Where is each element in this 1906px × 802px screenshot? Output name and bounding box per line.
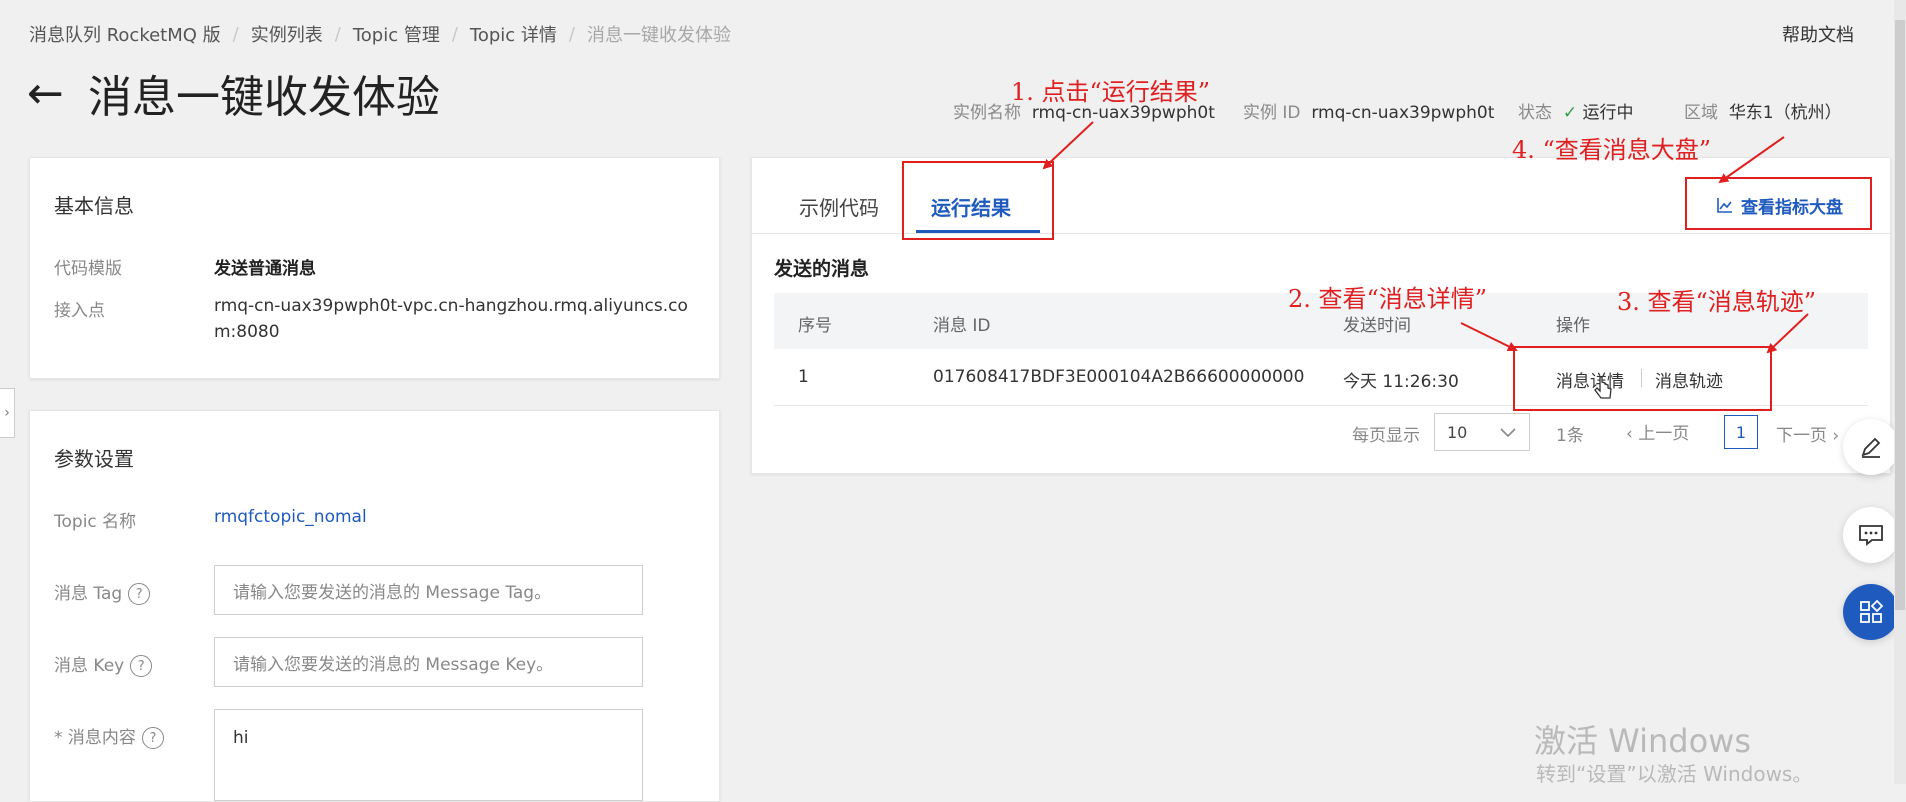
scrollbar-thumb[interactable] [1895,20,1905,610]
apps-float-button[interactable] [1843,584,1899,640]
arrow-step4 [1718,136,1785,184]
apps-grid-icon [1860,599,1884,623]
mouse-cursor-icon [1594,376,1612,399]
chat-icon [1859,525,1883,546]
chat-float-button[interactable] [1843,507,1899,563]
edit-float-button[interactable] [1843,419,1899,475]
pen-icon [1861,437,1881,458]
arrow-step1 [1042,121,1094,170]
arrow-step2 [1460,322,1518,351]
annotation-arrows [1042,121,1809,354]
windows-watermark-subtitle: 转到“设置”以激活 Windows。 [1536,762,1813,786]
windows-watermark-title: 激活 Windows [1534,722,1752,760]
arrow-step3 [1766,313,1809,354]
